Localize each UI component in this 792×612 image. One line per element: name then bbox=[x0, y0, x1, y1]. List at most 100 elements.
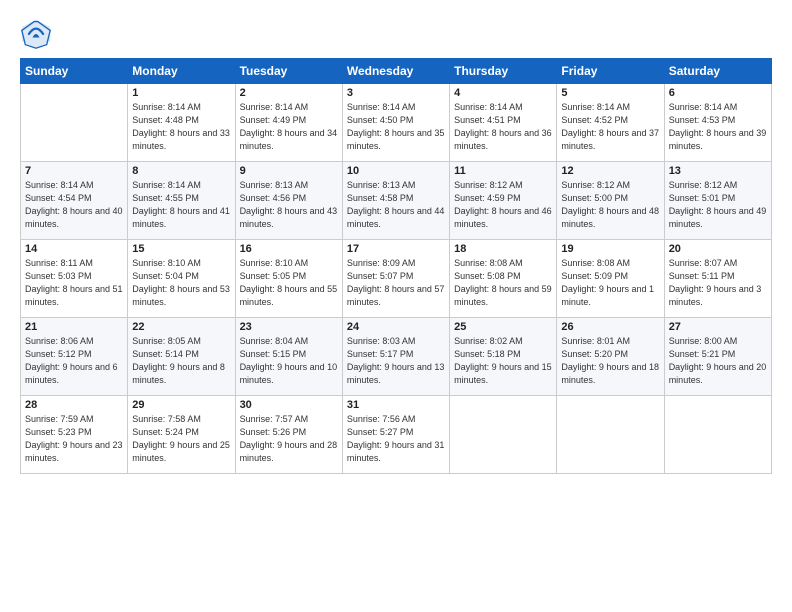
calendar-table: SundayMondayTuesdayWednesdayThursdayFrid… bbox=[20, 58, 772, 474]
sunset-text: Sunset: 4:59 PM bbox=[454, 193, 521, 203]
calendar-cell: 23 Sunrise: 8:04 AM Sunset: 5:15 PM Dayl… bbox=[235, 318, 342, 396]
cell-content: Sunrise: 8:10 AM Sunset: 5:05 PM Dayligh… bbox=[240, 257, 338, 309]
sunset-text: Sunset: 5:24 PM bbox=[132, 427, 199, 437]
sunrise-text: Sunrise: 7:58 AM bbox=[132, 414, 201, 424]
sunset-text: Sunset: 4:55 PM bbox=[132, 193, 199, 203]
cell-content: Sunrise: 8:02 AM Sunset: 5:18 PM Dayligh… bbox=[454, 335, 552, 387]
sunset-text: Sunset: 5:00 PM bbox=[561, 193, 628, 203]
sunrise-text: Sunrise: 8:08 AM bbox=[454, 258, 523, 268]
weekday-header: Thursday bbox=[450, 59, 557, 84]
logo-icon bbox=[20, 18, 52, 50]
sunrise-text: Sunrise: 8:14 AM bbox=[669, 102, 738, 112]
day-number: 15 bbox=[132, 243, 230, 255]
day-number: 18 bbox=[454, 243, 552, 255]
sunrise-text: Sunrise: 7:57 AM bbox=[240, 414, 309, 424]
cell-content: Sunrise: 8:14 AM Sunset: 4:49 PM Dayligh… bbox=[240, 101, 338, 153]
weekday-header: Saturday bbox=[664, 59, 771, 84]
day-number: 1 bbox=[132, 87, 230, 99]
daylight-text: Daylight: 9 hours and 23 minutes. bbox=[25, 440, 123, 463]
sunset-text: Sunset: 5:15 PM bbox=[240, 349, 307, 359]
calendar-cell: 24 Sunrise: 8:03 AM Sunset: 5:17 PM Dayl… bbox=[342, 318, 449, 396]
sunset-text: Sunset: 4:56 PM bbox=[240, 193, 307, 203]
sunrise-text: Sunrise: 8:10 AM bbox=[240, 258, 309, 268]
sunrise-text: Sunrise: 7:59 AM bbox=[25, 414, 94, 424]
cell-content: Sunrise: 8:14 AM Sunset: 4:50 PM Dayligh… bbox=[347, 101, 445, 153]
calendar-cell: 4 Sunrise: 8:14 AM Sunset: 4:51 PM Dayli… bbox=[450, 84, 557, 162]
sunrise-text: Sunrise: 8:10 AM bbox=[132, 258, 201, 268]
day-number: 16 bbox=[240, 243, 338, 255]
cell-content: Sunrise: 8:14 AM Sunset: 4:48 PM Dayligh… bbox=[132, 101, 230, 153]
daylight-text: Daylight: 8 hours and 49 minutes. bbox=[669, 206, 767, 229]
cell-content: Sunrise: 8:08 AM Sunset: 5:09 PM Dayligh… bbox=[561, 257, 659, 309]
sunset-text: Sunset: 4:58 PM bbox=[347, 193, 414, 203]
sunset-text: Sunset: 5:14 PM bbox=[132, 349, 199, 359]
daylight-text: Daylight: 8 hours and 35 minutes. bbox=[347, 128, 445, 151]
cell-content: Sunrise: 8:04 AM Sunset: 5:15 PM Dayligh… bbox=[240, 335, 338, 387]
daylight-text: Daylight: 8 hours and 48 minutes. bbox=[561, 206, 659, 229]
calendar-body: 1 Sunrise: 8:14 AM Sunset: 4:48 PM Dayli… bbox=[21, 84, 772, 474]
calendar-row: 21 Sunrise: 8:06 AM Sunset: 5:12 PM Dayl… bbox=[21, 318, 772, 396]
sunset-text: Sunset: 5:21 PM bbox=[669, 349, 736, 359]
calendar-cell: 20 Sunrise: 8:07 AM Sunset: 5:11 PM Dayl… bbox=[664, 240, 771, 318]
cell-content: Sunrise: 8:14 AM Sunset: 4:51 PM Dayligh… bbox=[454, 101, 552, 153]
sunset-text: Sunset: 5:11 PM bbox=[669, 271, 735, 281]
calendar-cell: 9 Sunrise: 8:13 AM Sunset: 4:56 PM Dayli… bbox=[235, 162, 342, 240]
day-number: 10 bbox=[347, 165, 445, 177]
daylight-text: Daylight: 8 hours and 41 minutes. bbox=[132, 206, 230, 229]
sunrise-text: Sunrise: 8:13 AM bbox=[240, 180, 309, 190]
weekday-header: Monday bbox=[128, 59, 235, 84]
calendar-cell: 15 Sunrise: 8:10 AM Sunset: 5:04 PM Dayl… bbox=[128, 240, 235, 318]
daylight-text: Daylight: 8 hours and 37 minutes. bbox=[561, 128, 659, 151]
calendar-cell: 5 Sunrise: 8:14 AM Sunset: 4:52 PM Dayli… bbox=[557, 84, 664, 162]
header bbox=[20, 18, 772, 50]
day-number: 9 bbox=[240, 165, 338, 177]
sunrise-text: Sunrise: 8:07 AM bbox=[669, 258, 738, 268]
calendar-cell: 3 Sunrise: 8:14 AM Sunset: 4:50 PM Dayli… bbox=[342, 84, 449, 162]
weekday-header: Wednesday bbox=[342, 59, 449, 84]
day-number: 2 bbox=[240, 87, 338, 99]
sunrise-text: Sunrise: 8:00 AM bbox=[669, 336, 738, 346]
calendar-cell: 25 Sunrise: 8:02 AM Sunset: 5:18 PM Dayl… bbox=[450, 318, 557, 396]
daylight-text: Daylight: 8 hours and 53 minutes. bbox=[132, 284, 230, 307]
cell-content: Sunrise: 8:14 AM Sunset: 4:55 PM Dayligh… bbox=[132, 179, 230, 231]
sunrise-text: Sunrise: 8:14 AM bbox=[347, 102, 416, 112]
day-number: 24 bbox=[347, 321, 445, 333]
day-number: 22 bbox=[132, 321, 230, 333]
sunset-text: Sunset: 5:18 PM bbox=[454, 349, 521, 359]
day-number: 23 bbox=[240, 321, 338, 333]
cell-content: Sunrise: 8:13 AM Sunset: 4:58 PM Dayligh… bbox=[347, 179, 445, 231]
sunset-text: Sunset: 5:27 PM bbox=[347, 427, 414, 437]
cell-content: Sunrise: 8:10 AM Sunset: 5:04 PM Dayligh… bbox=[132, 257, 230, 309]
weekday-header: Friday bbox=[557, 59, 664, 84]
day-number: 28 bbox=[25, 399, 123, 411]
sunset-text: Sunset: 4:54 PM bbox=[25, 193, 92, 203]
sunrise-text: Sunrise: 8:12 AM bbox=[561, 180, 630, 190]
daylight-text: Daylight: 9 hours and 3 minutes. bbox=[669, 284, 762, 307]
day-number: 25 bbox=[454, 321, 552, 333]
daylight-text: Daylight: 9 hours and 15 minutes. bbox=[454, 362, 552, 385]
calendar-cell: 1 Sunrise: 8:14 AM Sunset: 4:48 PM Dayli… bbox=[128, 84, 235, 162]
calendar-cell: 14 Sunrise: 8:11 AM Sunset: 5:03 PM Dayl… bbox=[21, 240, 128, 318]
cell-content: Sunrise: 8:09 AM Sunset: 5:07 PM Dayligh… bbox=[347, 257, 445, 309]
daylight-text: Daylight: 9 hours and 28 minutes. bbox=[240, 440, 338, 463]
calendar-row: 14 Sunrise: 8:11 AM Sunset: 5:03 PM Dayl… bbox=[21, 240, 772, 318]
sunset-text: Sunset: 5:12 PM bbox=[25, 349, 92, 359]
sunset-text: Sunset: 4:50 PM bbox=[347, 115, 414, 125]
calendar-row: 1 Sunrise: 8:14 AM Sunset: 4:48 PM Dayli… bbox=[21, 84, 772, 162]
sunrise-text: Sunrise: 7:56 AM bbox=[347, 414, 416, 424]
daylight-text: Daylight: 8 hours and 36 minutes. bbox=[454, 128, 552, 151]
sunrise-text: Sunrise: 8:06 AM bbox=[25, 336, 94, 346]
calendar-row: 28 Sunrise: 7:59 AM Sunset: 5:23 PM Dayl… bbox=[21, 396, 772, 474]
calendar-cell: 28 Sunrise: 7:59 AM Sunset: 5:23 PM Dayl… bbox=[21, 396, 128, 474]
cell-content: Sunrise: 7:57 AM Sunset: 5:26 PM Dayligh… bbox=[240, 413, 338, 465]
daylight-text: Daylight: 9 hours and 6 minutes. bbox=[25, 362, 118, 385]
calendar-cell: 19 Sunrise: 8:08 AM Sunset: 5:09 PM Dayl… bbox=[557, 240, 664, 318]
sunset-text: Sunset: 4:52 PM bbox=[561, 115, 628, 125]
daylight-text: Daylight: 8 hours and 55 minutes. bbox=[240, 284, 338, 307]
day-number: 4 bbox=[454, 87, 552, 99]
day-number: 6 bbox=[669, 87, 767, 99]
cell-content: Sunrise: 7:56 AM Sunset: 5:27 PM Dayligh… bbox=[347, 413, 445, 465]
daylight-text: Daylight: 8 hours and 39 minutes. bbox=[669, 128, 767, 151]
calendar-cell: 12 Sunrise: 8:12 AM Sunset: 5:00 PM Dayl… bbox=[557, 162, 664, 240]
day-number: 7 bbox=[25, 165, 123, 177]
